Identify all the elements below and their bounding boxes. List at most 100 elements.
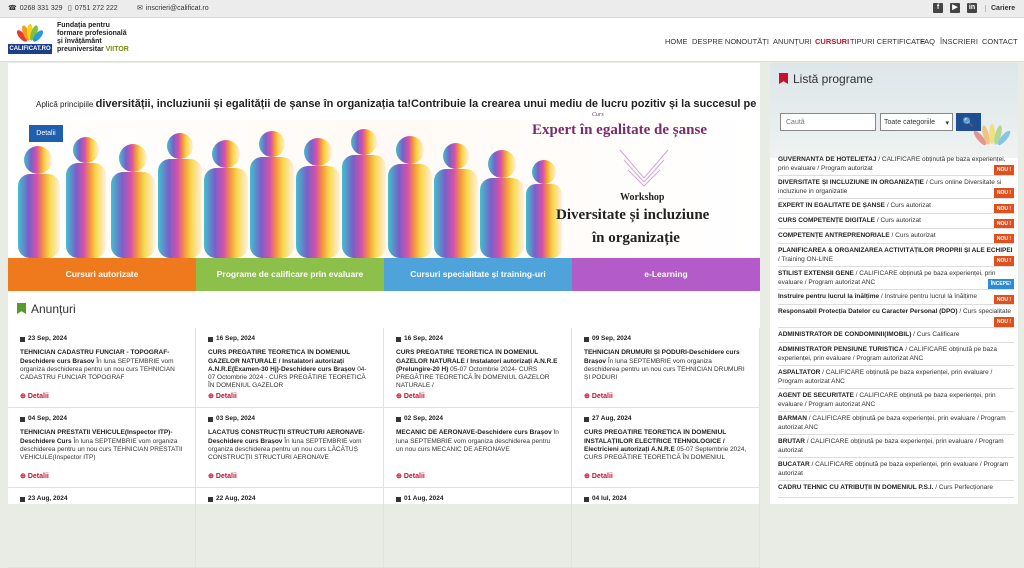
program-name[interactable]: BARMAN — [778, 415, 807, 422]
announcement-card[interactable]: 03 Sep, 2024 LĂCĂTUȘ CONSTRUCȚII STRUCTUR… — [196, 408, 384, 488]
program-item[interactable]: ADMINISTRATOR DE CONDOMINII(IMOBIL) / Cu… — [778, 331, 1014, 343]
program-item[interactable]: BUCĂTAR / CALIFICARE obținută pe baza ex… — [778, 461, 1014, 481]
card-title[interactable]: MECANIC DE AERONAVE-Deschidere curs Braș… — [396, 429, 552, 436]
card-details-link[interactable]: ⊕ Detalii — [20, 393, 49, 401]
category-tab-1[interactable]: Programe de calificare prin evaluare — [196, 258, 384, 291]
program-name[interactable]: ASPALTATOR — [778, 369, 820, 376]
calendar-icon — [396, 336, 401, 342]
card-date: 22 Aug, 2024 — [208, 495, 371, 503]
nav-item-7[interactable]: ÎNSCRIERI — [940, 37, 978, 46]
program-item[interactable]: BRUTAR / CALIFICARE obținută pe baza exp… — [778, 438, 1014, 458]
card-details-link[interactable]: ⊕ Detalii — [396, 393, 425, 401]
nav-item-8[interactable]: CONTACT — [982, 37, 1018, 46]
category-tab-3[interactable]: e-Learning — [572, 258, 760, 291]
program-desc: / Curs autorizat — [889, 232, 936, 239]
search-button[interactable]: 🔍 — [956, 113, 981, 131]
program-name[interactable]: EXPERT ÎN EGALITATE DE ȘANSE — [778, 202, 885, 209]
search-icon: 🔍 — [962, 117, 975, 127]
card-details-link[interactable]: ⊕ Detalii — [584, 473, 613, 481]
announcement-card[interactable]: 16 Sep, 2024 CURS PREGĂTIRE TEORETICĂ ÎN … — [384, 328, 572, 408]
cariere-link[interactable]: Cariere — [985, 5, 1015, 12]
card-title[interactable]: CURS PREGĂTIRE TEORETICĂ ÎN DOMENIUL GAZ… — [208, 349, 355, 373]
nav-item-0[interactable]: HOME — [665, 37, 688, 46]
phone-2[interactable]: ▯ 0751 272 222 — [68, 4, 118, 13]
plus-icon: ⊕ — [208, 473, 214, 480]
card-details-link[interactable]: ⊕ Detalii — [20, 473, 49, 481]
program-desc: / Training ON-LINE — [778, 255, 833, 263]
program-item[interactable]: ASPALTATOR / CALIFICARE obținută pe baza… — [778, 369, 1014, 389]
program-name[interactable]: AGENT DE SECURITATE — [778, 392, 854, 399]
program-name[interactable]: Instruire pentru lucrul la înălțime — [778, 293, 879, 300]
announcement-card[interactable]: 09 Sep, 2024 TEHNICIAN DRUMURI ȘI PODURI-… — [572, 328, 760, 408]
envelope-icon: ✉ — [137, 5, 143, 12]
card-date: 23 Sep, 2024 — [20, 335, 183, 343]
program-name[interactable]: BUCĂTAR — [778, 461, 810, 468]
announcement-card[interactable]: 27 Aug, 2024 CURS PREGĂTIRE TEORETICĂ ÎN … — [572, 408, 760, 488]
program-item[interactable]: STILIST EXTENSII GENE / CALIFICARE obțin… — [778, 270, 1014, 290]
announcement-card[interactable]: 01 Aug, 2024 — [384, 488, 572, 568]
calendar-icon — [584, 336, 589, 342]
program-name[interactable]: CURS COMPETENȚE DIGITALE — [778, 217, 875, 224]
announcement-card[interactable]: 22 Aug, 2024 — [196, 488, 384, 568]
card-date: 16 Sep, 2024 — [208, 335, 371, 343]
category-tab-0[interactable]: Cursuri autorizate — [8, 258, 196, 291]
program-item[interactable]: COMPETENȚE ANTREPRENORIALE / Curs autori… — [778, 232, 1014, 244]
announcement-card[interactable]: 04 Iul, 2024 — [572, 488, 760, 568]
program-name[interactable]: COMPETENȚE ANTREPRENORIALE — [778, 232, 890, 239]
program-name[interactable]: STILIST EXTENSII GENE — [778, 270, 854, 277]
program-name[interactable]: Responsabil Protecția Datelor cu Caracte… — [778, 308, 958, 315]
program-item[interactable]: Responsabil Protecția Datelor cu Caracte… — [778, 308, 1014, 328]
plus-icon: ⊕ — [396, 393, 402, 400]
program-item[interactable]: EXPERT ÎN EGALITATE DE ȘANSE / Curs auto… — [778, 202, 1014, 214]
nav-item-3[interactable]: ANUNȚURI — [773, 37, 812, 46]
program-item[interactable]: AGENT DE SECURITATE / CALIFICARE obținut… — [778, 392, 1014, 412]
program-badge: NOU ! — [993, 317, 1014, 327]
site-logo[interactable]: CALIFICAT.RO — [8, 24, 52, 56]
hero-title: Expert în egalitate de șanse — [532, 122, 707, 138]
category-select[interactable]: Toate categoriile ▾ — [880, 113, 953, 131]
program-name[interactable]: ADMINISTRATOR PENSIUNE TURISTICĂ — [778, 346, 903, 353]
program-name[interactable]: PLANIFICAREA & ORGANIZAREA ACTIVITĂȚILOR… — [778, 247, 1013, 254]
program-name[interactable]: ADMINISTRATOR DE CONDOMINII(IMOBIL) — [778, 331, 911, 338]
calendar-icon — [20, 336, 25, 342]
program-item[interactable]: GUVERNANTĂ DE HOTEL/ETAJ / CALIFICARE ob… — [778, 156, 1014, 176]
nav-item-6[interactable]: FAQ — [920, 37, 935, 46]
program-search-input[interactable]: Caută — [780, 113, 876, 131]
card-details-link[interactable]: ⊕ Detalii — [396, 473, 425, 481]
card-date: 04 Sep, 2024 — [20, 415, 183, 423]
program-item[interactable]: CURS COMPETENȚE DIGITALE / Curs autoriza… — [778, 217, 1014, 229]
youtube-icon[interactable]: ▶ — [950, 3, 960, 13]
announcement-card[interactable]: 23 Aug, 2024 — [8, 488, 196, 568]
email-link[interactable]: ✉ inscrieri@calificat.ro — [137, 4, 209, 13]
card-details-link[interactable]: ⊕ Detalii — [208, 473, 237, 481]
program-badge: NOU ! — [993, 295, 1014, 304]
nav-item-5[interactable]: TIPURI CERTIFICATE — [850, 37, 925, 46]
announcement-card[interactable]: 23 Sep, 2024 TEHNICIAN CADASTRU FUNCIAR -… — [8, 328, 196, 408]
card-details-link[interactable]: ⊕ Detalii — [208, 393, 237, 401]
phone-1[interactable]: ☎ 0268 331 329 — [8, 4, 63, 13]
program-item[interactable]: Instruire pentru lucrul la înălțime / In… — [778, 293, 1014, 305]
program-name[interactable]: BRUTAR — [778, 438, 805, 445]
linkedin-icon[interactable]: in — [967, 3, 977, 13]
card-date: 03 Sep, 2024 — [208, 415, 371, 423]
category-tab-2[interactable]: Cursuri specialitate și training-uri — [384, 258, 572, 291]
program-item[interactable]: ADMINISTRATOR PENSIUNE TURISTICĂ / CALIF… — [778, 346, 1014, 366]
hero-details-button[interactable]: Detalii — [29, 125, 63, 142]
program-item[interactable]: CADRU TEHNIC CU ATRIBUȚII ÎN DOMENIUL P.… — [778, 484, 1014, 498]
facebook-icon[interactable]: f — [933, 3, 943, 13]
program-name[interactable]: CADRU TEHNIC CU ATRIBUȚII ÎN DOMENIUL P.… — [778, 484, 933, 491]
nav-item-4[interactable]: CURSURI — [815, 37, 849, 46]
program-name[interactable]: GUVERNANTĂ DE HOTEL/ETAJ — [778, 156, 876, 163]
announcement-card[interactable]: 16 Sep, 2024 CURS PREGĂTIRE TEORETICĂ ÎN … — [196, 328, 384, 408]
nav-item-2[interactable]: NOUTĂȚI — [736, 37, 769, 46]
program-name[interactable]: DIVERSITATE ȘI INCLUZIUNE ÎN ORGANIZAȚIE — [778, 179, 924, 186]
nav-item-1[interactable]: DESPRE NOI — [692, 37, 738, 46]
program-item[interactable]: BARMAN / CALIFICARE obținută pe baza exp… — [778, 415, 1014, 435]
announcement-card[interactable]: 04 Sep, 2024 TEHNICIAN PRESTATII VEHICULE… — [8, 408, 196, 488]
announcement-card[interactable]: 02 Sep, 2024 MECANIC DE AERONAVE-Deschide… — [384, 408, 572, 488]
card-body — [396, 509, 559, 557]
card-details-link[interactable]: ⊕ Detalii — [584, 393, 613, 401]
program-item[interactable]: DIVERSITATE ȘI INCLUZIUNE ÎN ORGANIZAȚIE… — [778, 179, 1014, 199]
phone-icon: ☎ — [8, 5, 17, 12]
program-item[interactable]: PLANIFICAREA & ORGANIZAREA ACTIVITĂȚILOR… — [778, 247, 1014, 267]
